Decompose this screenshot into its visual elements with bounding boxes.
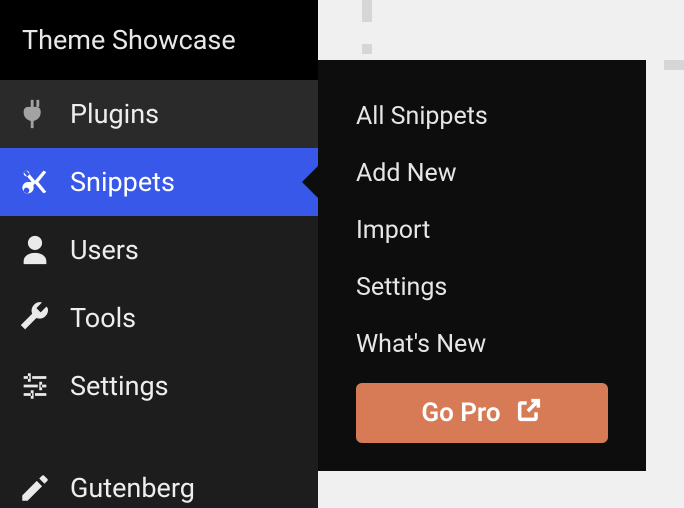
- sidebar-item-gutenberg[interactable]: Gutenberg: [0, 454, 318, 508]
- submenu-item-settings[interactable]: Settings: [318, 259, 646, 316]
- sidebar-item-label: Plugins: [70, 98, 159, 130]
- go-pro-button[interactable]: Go Pro: [356, 383, 608, 443]
- sidebar-item-tools[interactable]: Tools: [0, 284, 318, 352]
- sidebar-item-label: Gutenberg: [70, 472, 195, 504]
- submenu-item-label: Add New: [356, 159, 457, 188]
- submenu-item-all-snippets[interactable]: All Snippets: [318, 88, 646, 145]
- sidebar-top-item[interactable]: Theme Showcase: [0, 0, 318, 80]
- sidebar-separator: [0, 420, 318, 454]
- sidebar-item-label: Snippets: [70, 166, 175, 198]
- external-link-icon: [515, 396, 543, 431]
- pencil-icon: [18, 471, 52, 505]
- sidebar-item-snippets[interactable]: Snippets: [0, 148, 318, 216]
- scissors-icon: [18, 165, 52, 199]
- sidebar-item-users[interactable]: Users: [0, 216, 318, 284]
- wrench-icon: [18, 301, 52, 335]
- submenu-item-add-new[interactable]: Add New: [318, 145, 646, 202]
- sidebar-item-plugins[interactable]: Plugins: [0, 80, 318, 148]
- sliders-icon: [18, 369, 52, 403]
- user-icon: [18, 233, 52, 267]
- sidebar-item-label: Settings: [70, 370, 169, 402]
- submenu-item-label: All Snippets: [356, 102, 488, 131]
- snippets-submenu: All Snippets Add New Import Settings Wha…: [318, 60, 646, 471]
- sidebar-top-label: Theme Showcase: [22, 24, 236, 56]
- sidebar-item-label: Users: [70, 234, 139, 266]
- sidebar-item-label: Tools: [70, 302, 136, 334]
- go-pro-label: Go Pro: [421, 398, 500, 428]
- admin-sidebar: Theme Showcase Plugins Snippets Users To…: [0, 0, 318, 508]
- sidebar-item-settings[interactable]: Settings: [0, 352, 318, 420]
- submenu-item-import[interactable]: Import: [318, 202, 646, 259]
- plug-icon: [18, 97, 52, 131]
- submenu-item-label: Import: [356, 216, 430, 245]
- submenu-item-label: Settings: [356, 273, 447, 302]
- submenu-item-whats-new[interactable]: What's New: [318, 316, 646, 373]
- submenu-item-label: What's New: [356, 330, 486, 359]
